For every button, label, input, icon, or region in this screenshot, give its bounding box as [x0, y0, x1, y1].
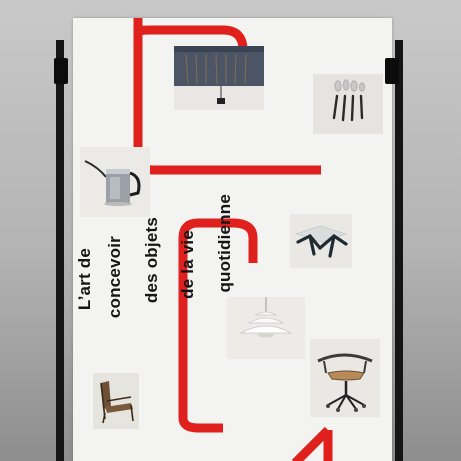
- coffee-table-photo: [290, 214, 352, 268]
- stand-clamp-top-right: [385, 58, 399, 84]
- poster-title-line-3: des objets: [142, 217, 161, 304]
- poster-title-line-1: L’art de: [75, 248, 94, 311]
- poster: L’art de concevoir des objets de la vie …: [73, 18, 392, 461]
- stand-pole-left: [56, 40, 64, 461]
- poster-title-line-5: quotidienne: [215, 194, 234, 293]
- poster-title-line-4: de la vie: [178, 230, 197, 299]
- poster-title-line-2: concevoir: [105, 236, 124, 319]
- teapot-photo: [80, 147, 150, 217]
- ph-lamp-photo: [227, 297, 305, 359]
- poster-display-scene: L’art de concevoir des objets de la vie …: [0, 0, 461, 461]
- lounge-chair-photo: [93, 373, 139, 429]
- cutlery-set-photo: [313, 74, 383, 134]
- stand-clamp-top-left: [54, 58, 68, 84]
- swivel-chair-photo: [310, 339, 380, 417]
- stand-pole-right: [395, 40, 403, 461]
- pendant-lamp-photo: [174, 46, 264, 110]
